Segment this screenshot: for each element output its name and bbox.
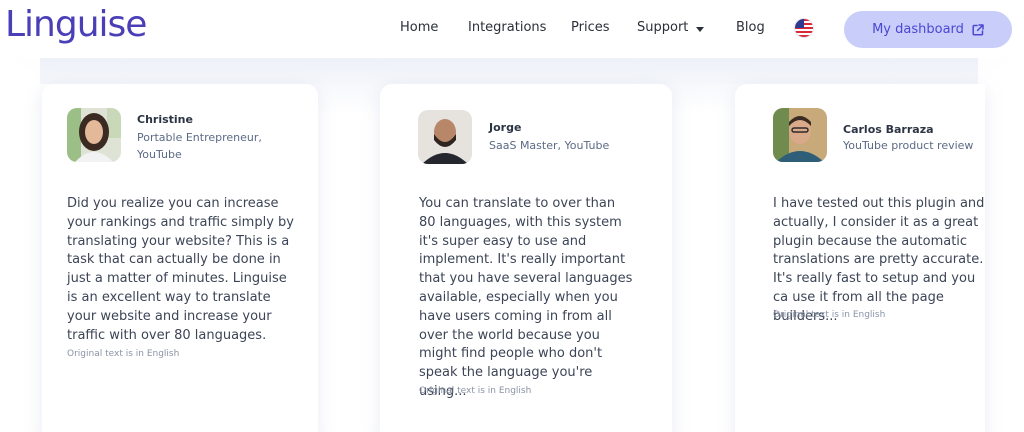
chevron-down-icon[interactable] (696, 27, 704, 32)
linguise-logo[interactable]: Linguise (5, 4, 147, 45)
nav-support[interactable]: Support (637, 20, 688, 35)
page: Linguise Home Integrations Prices Suppor… (0, 0, 1024, 432)
original-language-note: Original text is in English (419, 386, 532, 396)
author-role: SaaS Master, YouTube (489, 139, 610, 152)
testimonial-quote: You can translate to over than 80 langua… (419, 196, 633, 399)
testimonial-quote: Did you realize you can increase your ra… (67, 196, 294, 343)
testimonial-quote: I have tested out this plugin and actual… (773, 196, 985, 324)
avatar (773, 108, 827, 162)
author-role: Portable Entrepreneur, YouTube (137, 131, 262, 161)
my-dashboard-label: My dashboard (872, 22, 964, 37)
nav-integrations[interactable]: Integrations (468, 20, 546, 35)
avatar (418, 110, 472, 164)
author-name: Jorge (489, 121, 522, 134)
nav-home[interactable]: Home (400, 20, 438, 35)
author-role: YouTube product review (843, 139, 974, 152)
nav-blog[interactable]: Blog (736, 20, 765, 35)
author-name: Carlos Barraza (843, 123, 934, 136)
original-language-note: Original text is in English (67, 349, 180, 359)
my-dashboard-button[interactable]: My dashboard (844, 11, 1012, 48)
external-link-icon (972, 23, 984, 36)
testimonial-card: Jorge SaaS Master, YouTube You can trans… (380, 84, 672, 432)
testimonial-card: Christine Portable Entrepreneur, YouTube… (42, 84, 318, 432)
original-language-note: Original text is in English (773, 310, 886, 320)
section-band (40, 58, 978, 84)
author-name: Christine (137, 113, 193, 126)
avatar (67, 108, 121, 162)
us-flag-icon[interactable] (795, 19, 813, 37)
nav-prices[interactable]: Prices (571, 20, 610, 35)
testimonial-card: Carlos Barraza YouTube product review I … (735, 84, 985, 432)
